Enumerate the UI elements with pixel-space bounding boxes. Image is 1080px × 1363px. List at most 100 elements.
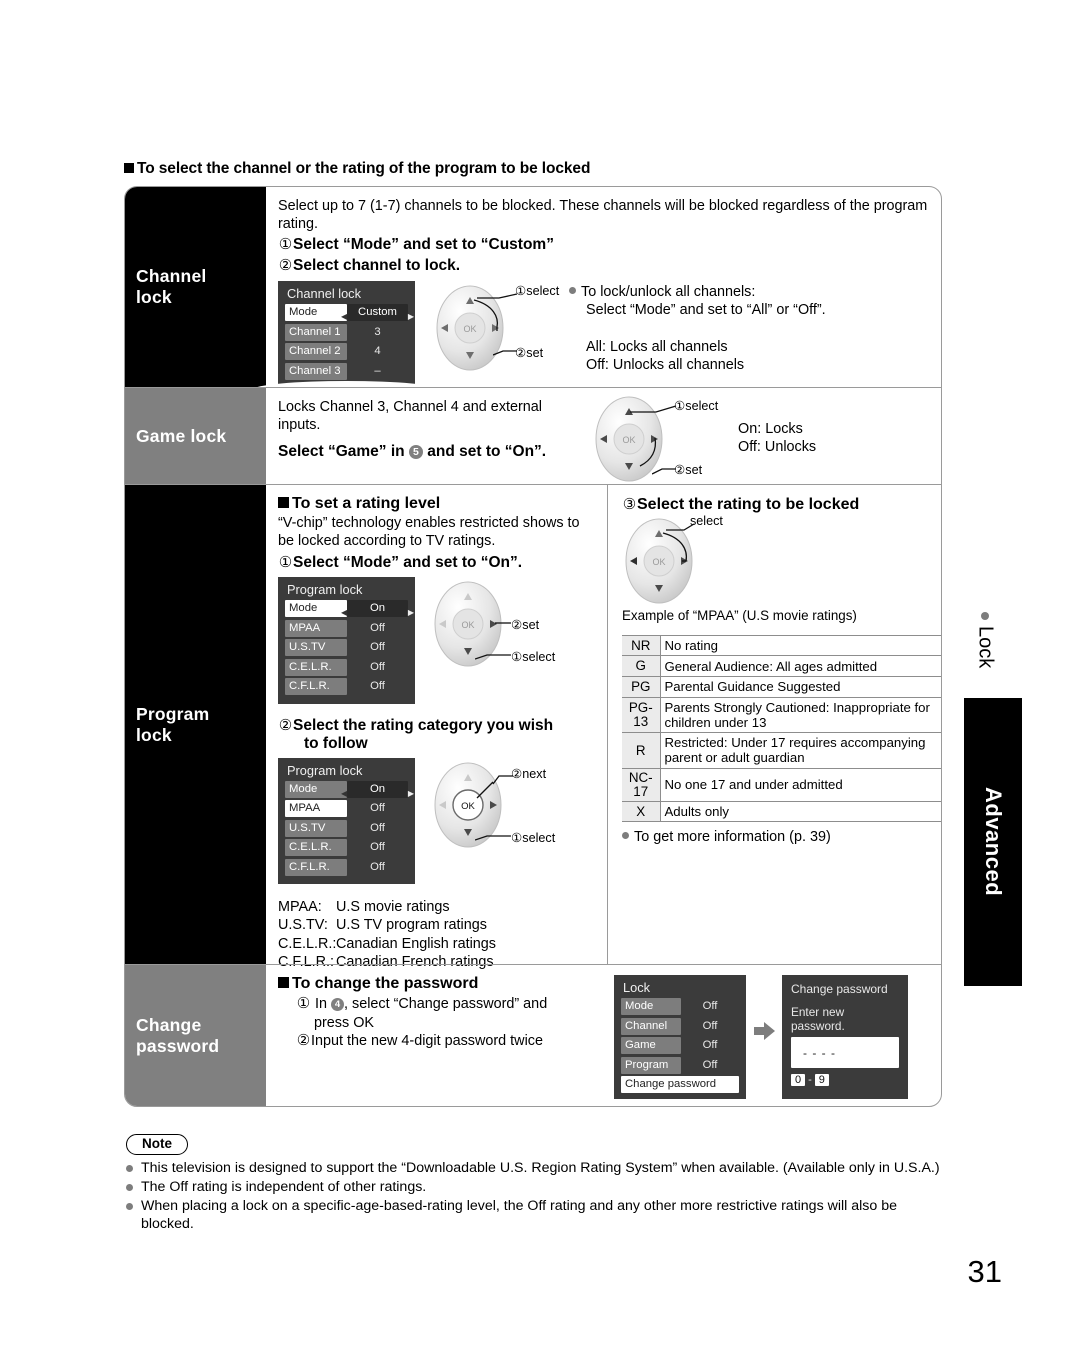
osd-row-celr[interactable]: C.E.L.R. Off <box>285 658 408 676</box>
category-change-password: Change password <box>125 965 266 1106</box>
osd-row-channel-3[interactable]: Channel 3 – <box>285 362 408 380</box>
list-item: This television is designed to support t… <box>124 1159 946 1177</box>
osd-row-cflr[interactable]: C.F.L.R. Off <box>285 858 408 876</box>
game-lock-content: Locks Channel 3, Channel 4 and external … <box>266 388 941 484</box>
remote-dial-program-lock-2[interactable]: OK ②next ①select <box>431 760 555 852</box>
osd-row-mode[interactable]: Mode Custom ◀ ▶ <box>285 304 414 322</box>
rating-desc: No rating <box>660 634 941 657</box>
key-range-low: 0 <box>791 1074 806 1086</box>
table-row-program-lock: Program lock To set a rating level “V-ch… <box>125 484 941 970</box>
category-change-password-line2: password <box>136 1035 220 1056</box>
osd-row-channel-1[interactable]: Channel 1 3 <box>285 323 408 341</box>
glossary-abbr: U.S.TV: <box>278 917 328 934</box>
key-range-high: 9 <box>814 1074 829 1086</box>
osd-row-cflr[interactable]: C.F.L.R. Off <box>285 678 408 696</box>
osd-row-label: U.S.TV <box>285 639 347 657</box>
osd-row-mode[interactable]: Mode On ◀ ▶ <box>285 780 414 798</box>
dial-label-set: ②set <box>674 463 703 477</box>
rating-desc: Adults only <box>660 801 941 823</box>
dial-label-set: ②set <box>515 346 544 361</box>
table-row-change-password: Change password To change the password ①… <box>125 964 941 1106</box>
table-row: PG Parental Guidance Suggested <box>622 676 941 698</box>
table-row: R Restricted: Under 17 requires accompan… <box>622 732 941 769</box>
note-list: This television is designed to support t… <box>124 1159 946 1234</box>
step-number: ② <box>278 716 293 734</box>
more-info-link[interactable]: To get more information (p. 39) <box>634 829 831 845</box>
lock-settings-table: Channel lock Select up to 7 (1-7) channe… <box>124 186 942 1107</box>
osd-title: Program lock <box>287 762 363 778</box>
osd-row-value: – <box>374 364 381 377</box>
channel-lock-step2: Select channel to lock. <box>293 257 461 275</box>
osd-row-mpaa[interactable]: MPAA Off <box>285 619 408 637</box>
program-lock-right-column: ③Select the rating to be locked OK selec… <box>608 485 941 964</box>
osd-prompt: Enter new password. <box>791 1005 845 1033</box>
osd-row-ustv[interactable]: U.S.TV Off <box>285 639 408 657</box>
osd-row-program[interactable]: Program Off <box>621 1056 739 1074</box>
osd-row-value: Custom ◀ ▶ <box>341 304 414 322</box>
table-row: NC- 17 No one 17 and under admitted <box>622 768 941 802</box>
rating-code: PG <box>622 676 661 698</box>
osd-change-password: Change password Enter new password. - - … <box>782 975 908 1099</box>
osd-row-value: Off <box>702 1000 718 1012</box>
chevron-left-icon: ◀ <box>341 788 348 798</box>
game-lock-bold-post: and set to “On”. <box>427 443 547 461</box>
channel-lock-note-4: Off: Unlocks all channels <box>586 356 745 373</box>
osd-row-mode[interactable]: Mode Off <box>621 998 739 1015</box>
side-tab-lock-label: Lock <box>974 626 997 669</box>
remote-dial-game-lock[interactable]: OK ①select ②set <box>592 394 718 486</box>
page-title-text: To select the channel or the rating of t… <box>137 160 591 177</box>
remote-dial-program-lock-1[interactable]: OK ②set ①select <box>431 579 555 671</box>
osd-row-label: Channel 1 <box>285 323 347 341</box>
svg-text:OK: OK <box>461 620 474 630</box>
category-channel-lock-line2: lock <box>136 287 172 307</box>
table-row: G General Audience: All ages admitted <box>622 655 941 677</box>
dial-label-select: ①select <box>511 650 556 665</box>
rating-desc: Restricted: Under 17 requires accompanyi… <box>660 732 941 769</box>
osd-row-channel[interactable]: Channel Off <box>621 1017 739 1035</box>
osd-row-change-password[interactable]: Change password <box>621 1076 739 1093</box>
osd-row-value: 4 <box>374 345 381 358</box>
glossary-desc: U.S movie ratings <box>336 899 450 916</box>
osd-row-channel-2[interactable]: Channel 2 4 <box>285 343 408 361</box>
password-input[interactable]: - - - - <box>791 1037 899 1068</box>
table-row-game-lock: Game lock Locks Channel 3, Channel 4 and… <box>125 387 941 484</box>
osd-row-value: Off <box>702 1058 718 1071</box>
osd-row-game[interactable]: Game Off <box>621 1037 739 1054</box>
remote-dial-channel-lock[interactable]: OK ①select ②set <box>433 283 559 375</box>
dial-leader-line-2 <box>475 835 511 841</box>
osd-row-value: Off <box>370 680 385 693</box>
osd-row-label: MPAA <box>285 619 347 637</box>
side-tab-lock: Lock <box>962 612 1008 673</box>
dial-label-select: ①select <box>511 830 556 845</box>
dial-leader-line-2 <box>652 468 676 475</box>
category-change-password-line1: Change <box>136 1014 202 1035</box>
program-lock-step2-line2: to follow <box>304 734 368 752</box>
dial-leader-line-1 <box>492 775 513 785</box>
osd-row-mode[interactable]: Mode On ◀ ▶ <box>285 600 414 618</box>
program-lock-step3: Select the rating to be locked <box>637 496 860 513</box>
ratings-glossary: MPAA: U.S movie ratings U.S.TV: U.S TV pro… <box>278 898 599 971</box>
category-channel-lock: Channel lock <box>125 187 266 387</box>
rating-desc: Parents Strongly Cautioned: Inappropriat… <box>660 697 941 734</box>
table-row-channel-lock: Channel lock Select up to 7 (1-7) channe… <box>125 187 941 397</box>
osd-row-mpaa[interactable]: MPAA Off <box>285 800 408 818</box>
osd-row-ustv[interactable]: U.S.TV Off <box>285 819 408 837</box>
chevron-left-icon: ◀ <box>341 608 348 618</box>
osd-row-label: C.F.L.R. <box>285 858 347 876</box>
list-item: When placing a lock on a specific-age-ba… <box>124 1197 946 1233</box>
osd-row-celr[interactable]: C.E.L.R. Off <box>285 839 408 857</box>
category-program-lock-line2: lock <box>136 724 172 745</box>
table-row: NR No rating <box>622 634 941 657</box>
svg-text:OK: OK <box>622 435 635 445</box>
rating-code: PG- 13 <box>622 697 661 734</box>
rating-code: NC- 17 <box>622 768 661 802</box>
osd-row-value: Off <box>702 1039 718 1051</box>
step-number: ① <box>296 995 311 1012</box>
osd-row-label: C.E.L.R. <box>285 658 347 676</box>
dial-leader-line-1 <box>630 405 677 413</box>
game-lock-note-2: Off: Unlocks <box>738 439 817 456</box>
osd-title: Lock <box>623 980 651 995</box>
osd-row-label: C.F.L.R. <box>285 678 347 696</box>
remote-dial-rating-select[interactable]: OK select <box>622 514 723 608</box>
osd-title: Change password <box>791 982 888 996</box>
